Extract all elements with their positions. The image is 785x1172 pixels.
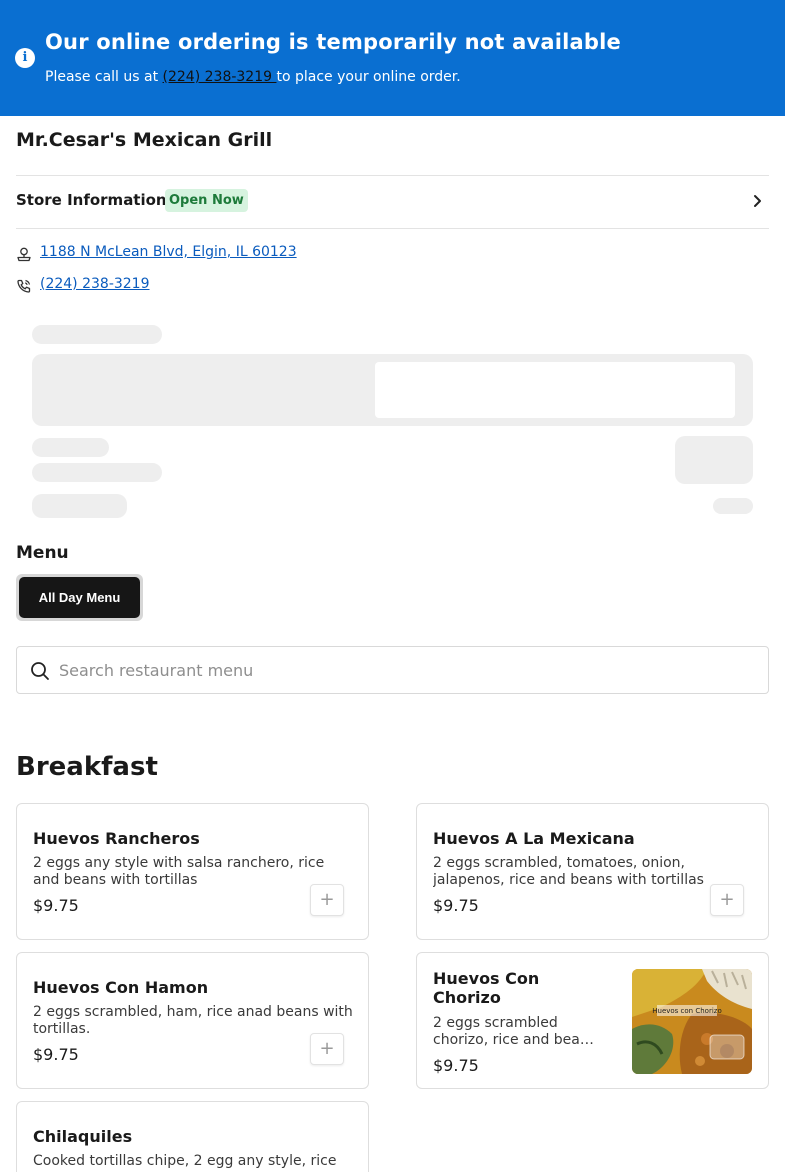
menu-item-card[interactable]: Huevos A La Mexicana 2 eggs scrambled, t… [416, 803, 769, 940]
store-name: Mr.Cesar's Mexican Grill [16, 129, 273, 151]
address-link[interactable]: 1188 N McLean Blvd, Elgin, IL 60123 [40, 244, 297, 260]
add-item-button[interactable]: + [310, 1033, 344, 1065]
item-description: 2 eggs scrambled, tomatoes, onion, jalap… [433, 855, 704, 888]
banner-sub-after: to place your online order. [276, 69, 461, 85]
store-information-label: Store Information [16, 191, 167, 209]
skeleton-bar [713, 498, 753, 514]
item-photo-drawing: Huevos con Chorizo [632, 969, 752, 1074]
chevron-right-icon [754, 195, 761, 207]
item-price: $9.75 [433, 1056, 479, 1075]
banner-phone-link[interactable]: (224) 238-3219 [163, 69, 277, 85]
menu-search-box [16, 646, 769, 694]
item-photo: Huevos con Chorizo [632, 969, 752, 1074]
item-name: Huevos Rancheros [33, 829, 200, 848]
skeleton-block [675, 436, 753, 484]
phone-link[interactable]: (224) 238-3219 [40, 276, 150, 292]
add-item-button[interactable]: + [310, 884, 344, 916]
menu-item-card[interactable]: Chilaquiles Cooked tortillas chipe, 2 eg… [16, 1101, 369, 1172]
menu-item-card[interactable]: Huevos Con Chorizo 2 eggs scrambled chor… [416, 952, 769, 1089]
banner-subtitle: Please call us at (224) 238-3219 to plac… [45, 69, 461, 85]
item-name: Chilaquiles [33, 1127, 133, 1146]
open-status-badge: Open Now [165, 189, 248, 212]
phone-row: (224) 238-3219 [16, 275, 516, 295]
ordering-unavailable-banner: i Our online ordering is temporarily not… [0, 0, 785, 116]
item-price: $9.75 [33, 1045, 79, 1064]
banner-sub-before: Please call us at [45, 69, 163, 85]
location-pin-icon [17, 247, 31, 262]
store-information-row[interactable]: Store Information Open Now [16, 176, 769, 228]
skeleton-inner [375, 362, 735, 418]
menu-item-card[interactable]: Huevos Rancheros 2 eggs any style with s… [16, 803, 369, 940]
tab-all-day-menu[interactable]: All Day Menu [19, 577, 140, 618]
divider [16, 228, 769, 229]
item-description: Cooked tortillas chipe, 2 egg any style,… [33, 1153, 337, 1169]
phone-icon [17, 279, 31, 293]
skeleton-bar [32, 325, 162, 344]
search-input[interactable] [59, 657, 739, 683]
item-price: $9.75 [33, 896, 79, 915]
banner-title: Our online ordering is temporarily not a… [45, 30, 621, 54]
skeleton-bar [32, 494, 127, 518]
item-name: Huevos Con Chorizo [433, 969, 540, 1007]
info-icon: i [15, 48, 35, 68]
item-name: Huevos A La Mexicana [433, 829, 635, 848]
address-row: 1188 N McLean Blvd, Elgin, IL 60123 [16, 243, 516, 263]
section-title-breakfast: Breakfast [16, 752, 158, 782]
skeleton-bar [32, 438, 109, 457]
menu-heading: Menu [16, 543, 69, 563]
skeleton-bar [32, 463, 162, 482]
item-description: 2 eggs any style with salsa ranchero, ri… [33, 855, 325, 888]
add-item-button[interactable]: + [710, 884, 744, 916]
item-photo-caption: Huevos con Chorizo [652, 1007, 721, 1015]
menu-item-card[interactable]: Huevos Con Hamon 2 eggs scrambled, ham, … [16, 952, 369, 1089]
item-price: $9.75 [433, 896, 479, 915]
item-description: 2 eggs scrambled chorizo, rice and bea… [433, 1015, 594, 1048]
item-name: Huevos Con Hamon [33, 978, 209, 997]
item-description: 2 eggs scrambled, ham, rice anad beans w… [33, 1004, 353, 1037]
search-icon [31, 662, 49, 680]
